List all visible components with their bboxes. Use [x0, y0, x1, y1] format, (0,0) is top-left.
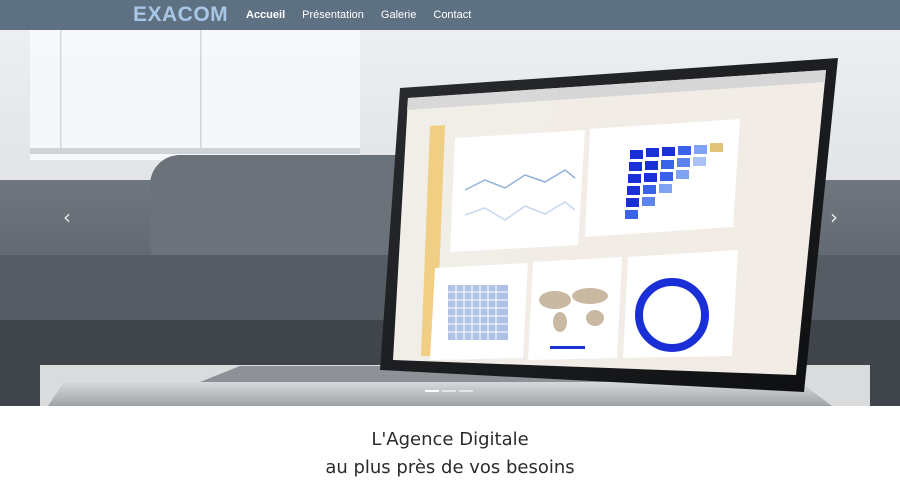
carousel-indicator-3[interactable]	[459, 390, 473, 392]
carousel-prev-arrow[interactable]: ‹	[54, 198, 80, 236]
carousel-next-arrow[interactable]: ›	[821, 198, 847, 236]
nav-link-presentation[interactable]: Présentation	[302, 0, 364, 30]
tagline-line-2: au plus près de vos besoins	[325, 457, 575, 478]
carousel-indicator-2[interactable]	[442, 390, 456, 392]
carousel-indicator-1[interactable]	[425, 390, 439, 392]
nav-link-contact[interactable]: Contact	[433, 0, 471, 30]
nav-link-accueil[interactable]: Accueil	[246, 0, 285, 30]
tagline-line-1: L'Agence Digitale	[371, 429, 529, 450]
hero-tagline: L'Agence Digitale au plus près de vos be…	[0, 426, 900, 482]
nav-link-galerie[interactable]: Galerie	[381, 0, 416, 30]
top-navbar: EXACOM Accueil Présentation Galerie Cont…	[0, 0, 900, 30]
nav-menu: Accueil Présentation Galerie Contact	[246, 0, 488, 30]
carousel-indicators	[425, 390, 473, 392]
hero-carousel: ‹ ›	[0, 30, 900, 406]
brand-logo[interactable]: EXACOM	[133, 3, 228, 27]
laptop-dashboard-image	[0, 30, 900, 406]
